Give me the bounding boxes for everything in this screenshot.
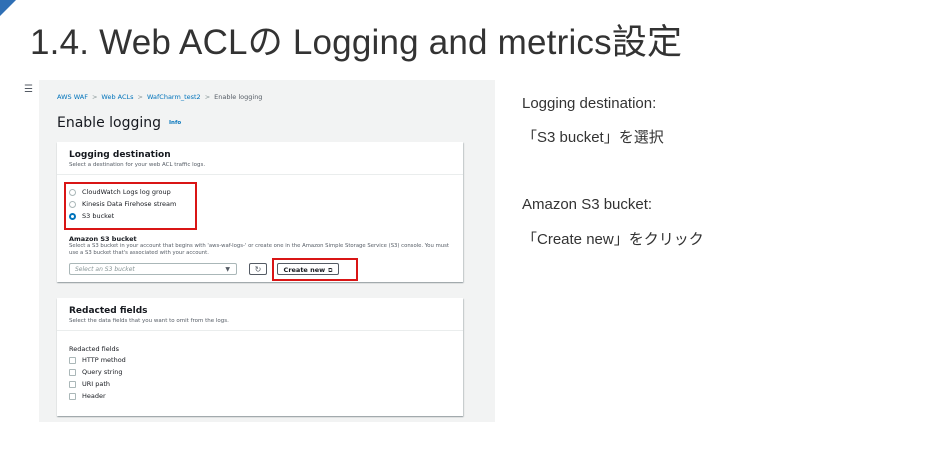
checkbox-label: URI path [82,380,111,388]
breadcrumb-separator: > [137,93,143,101]
note-select-s3: 「S3 bucket」を選択 [522,129,664,146]
caret-down-icon: ▼ [225,266,230,273]
console-screenshot: AWS WAF > Web ACLs > WafCharm_test2 > Enable l… [39,80,495,422]
s3-bucket-label: Amazon S3 bucket [69,235,137,243]
checkbox-icon[interactable] [69,392,76,400]
logging-destination-title: Logging destination [69,150,171,160]
s3-bucket-description: Select a S3 bucket in your account that … [69,243,449,256]
redacted-fields-description: Select the data fields that you want to … [69,318,229,324]
logging-destination-header: Logging destination Select a destination… [57,142,463,175]
checkbox-icon[interactable] [69,356,76,364]
breadcrumb-aws-waf[interactable]: AWS WAF [57,93,88,101]
breadcrumb-separator: > [204,93,211,101]
breadcrumb-web-acls[interactable]: Web ACLs [101,93,133,101]
note-create-new: 「Create new」をクリック [522,231,704,248]
redacted-fields-header: Redacted fields Select the data fields t… [57,298,463,331]
refresh-icon: ↻ [254,265,262,274]
logging-destination-description: Select a destination for your web ACL tr… [69,162,206,168]
note-amazon-s3-bucket: Amazon S3 bucket: [522,196,653,213]
checkbox-query-string[interactable]: Query string [69,368,122,376]
breadcrumb-current: Enable logging [214,93,263,101]
redacted-fields-title: Redacted fields [69,306,148,316]
checkbox-uri-path[interactable]: URI path [69,380,110,388]
menu-icon[interactable]: ☰ [24,84,33,95]
highlight-box-destination [64,182,197,230]
checkbox-label: HTTP method [82,356,126,364]
breadcrumb-separator: > [91,93,98,101]
info-link[interactable]: Info [169,120,181,126]
page-title: Enable logging Info [57,115,181,131]
note-logging-destination: Logging destination: [522,95,657,112]
corner-accent [0,0,16,16]
redacted-fields-group-label: Redacted fields [69,345,120,353]
checkbox-label: Header [82,392,106,400]
highlight-box-create [272,258,358,281]
checkbox-header[interactable]: Header [69,392,106,400]
checkbox-http-method[interactable]: HTTP method [69,356,126,364]
checkbox-icon[interactable] [69,368,76,376]
breadcrumb: AWS WAF > Web ACLs > WafCharm_test2 > Enable l… [57,93,262,101]
slide-title: 1.4. Web ACLの Logging and metrics設定 [30,23,683,62]
logging-destination-card: Logging destination Select a destination… [57,142,463,282]
checkbox-label: Query string [82,368,123,376]
select-placeholder: Select an S3 bucket [75,266,135,273]
page-heading: Enable logging [57,115,162,131]
refresh-button[interactable]: ↻ [249,263,267,275]
redacted-fields-card: Redacted fields Select the data fields t… [57,298,463,416]
breadcrumb-wafcharm-test2[interactable]: WafCharm_test2 [147,93,201,101]
checkbox-icon[interactable] [69,380,76,388]
s3-bucket-select[interactable]: Select an S3 bucket ▼ [69,263,237,275]
